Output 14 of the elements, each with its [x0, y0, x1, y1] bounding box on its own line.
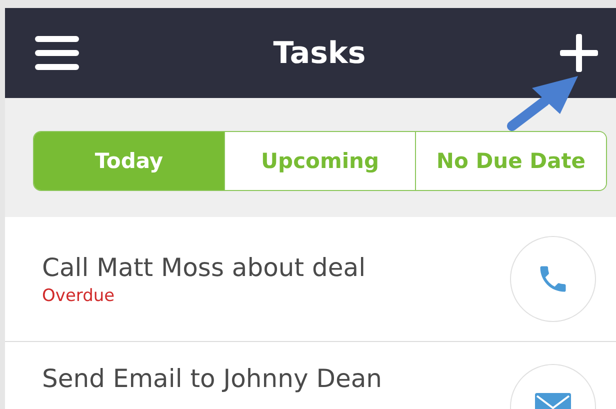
page-title: Tasks: [273, 36, 366, 70]
task-row[interactable]: Send Email to Johnny Dean: [5, 342, 616, 409]
menu-button[interactable]: [35, 36, 79, 70]
task-status: Overdue: [42, 286, 116, 306]
filter-tab[interactable]: Upcoming: [224, 132, 415, 190]
filter-tab[interactable]: No Due Date: [415, 132, 606, 190]
task-title: Call Matt Moss about deal: [42, 252, 366, 282]
task-title: Send Email to Johnny Dean: [42, 364, 382, 393]
task-row[interactable]: Call Matt Moss about deal Overdue: [5, 217, 616, 342]
add-button[interactable]: [560, 34, 598, 72]
filter-tab[interactable]: Today: [34, 132, 224, 190]
menu-icon: [35, 36, 79, 70]
annotation-arrow: [507, 76, 578, 131]
plus-icon: [560, 34, 598, 72]
